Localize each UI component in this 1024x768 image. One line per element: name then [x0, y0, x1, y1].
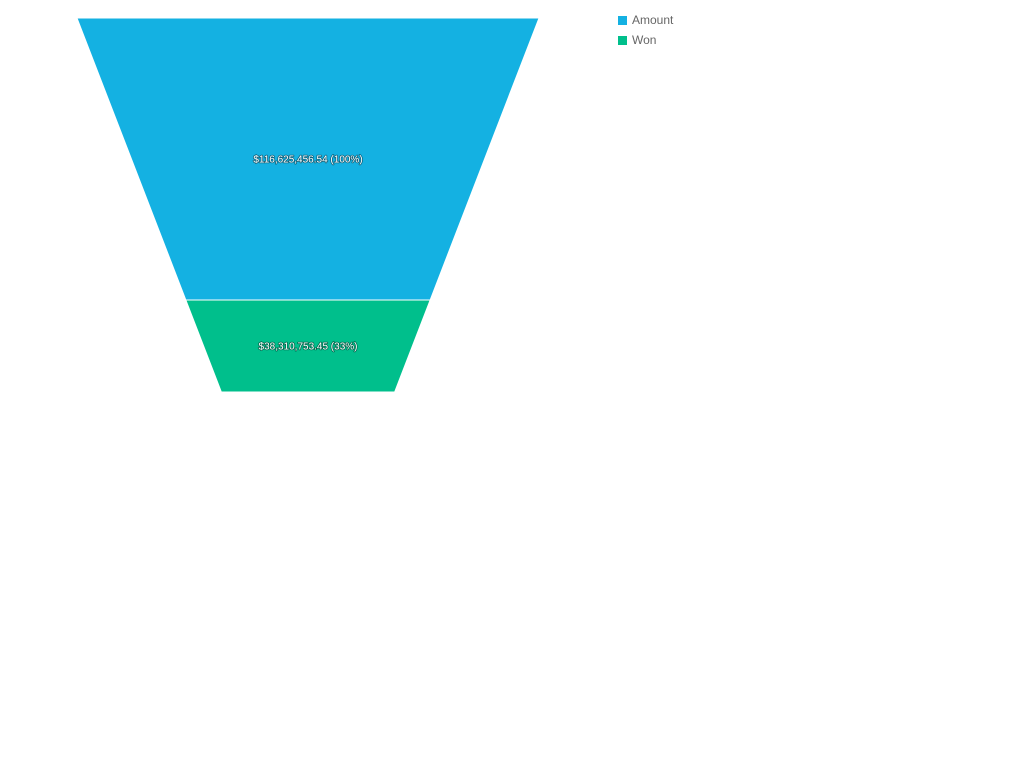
- legend-swatch-won: [618, 35, 627, 45]
- chart-legend: Amount Won: [618, 10, 673, 50]
- funnel-label-amount: $116,625,456.54 (100%): [253, 155, 362, 166]
- legend-item-won[interactable]: Won: [618, 30, 673, 50]
- legend-swatch-amount: [618, 15, 627, 25]
- legend-label-amount: Amount: [632, 13, 674, 27]
- funnel-svg: $116,625,456.54 (100%) $38,310,753.45 (33…: [76, 17, 540, 393]
- legend-label-won: Won: [632, 33, 657, 47]
- funnel-chart: $116,625,456.54 (100%) $38,310,753.45 (33…: [0, 0, 1024, 768]
- legend-item-amount[interactable]: Amount: [618, 10, 673, 30]
- funnel-label-won: $38,310,753.45 (33%): [259, 342, 358, 353]
